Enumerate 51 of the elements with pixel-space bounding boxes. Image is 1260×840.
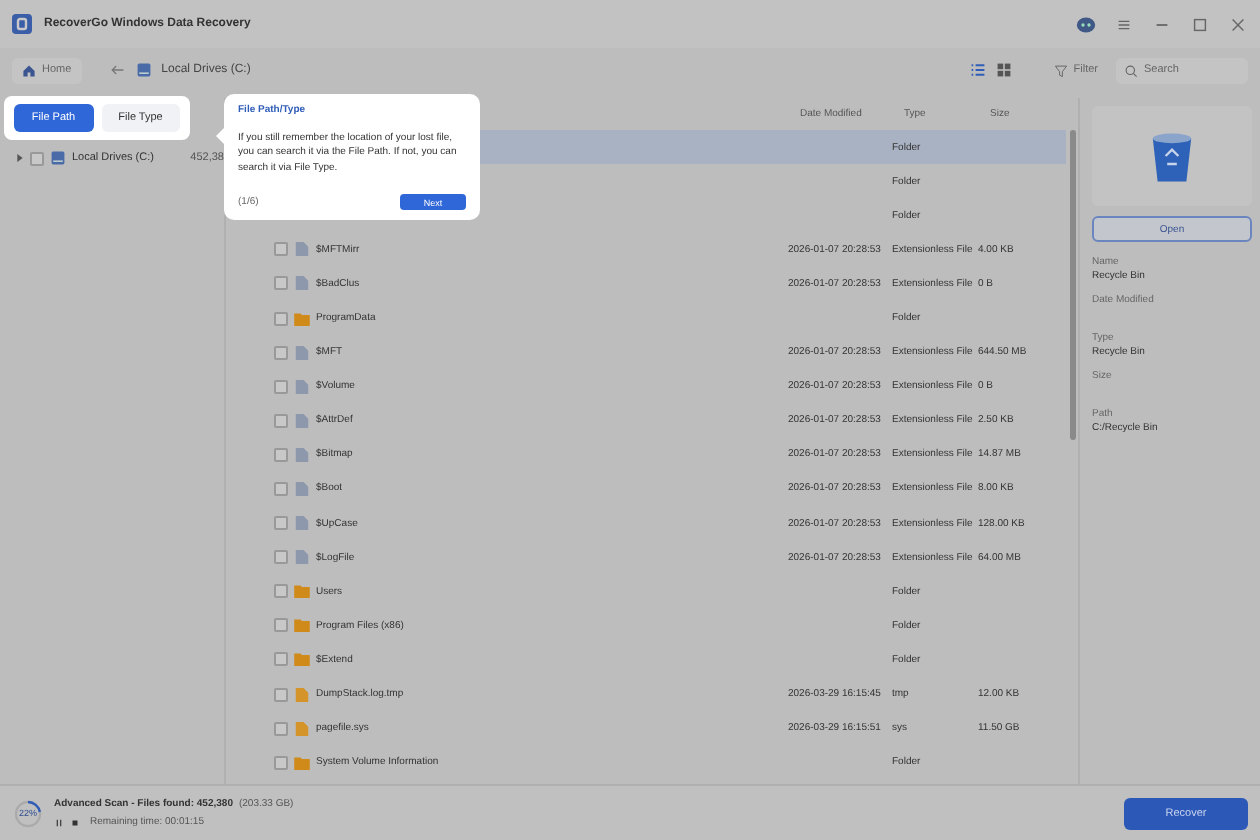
checkbox[interactable] — [274, 481, 288, 496]
file-icon — [294, 276, 310, 291]
checkbox[interactable] — [274, 550, 288, 565]
folder-icon — [294, 584, 310, 599]
checkbox[interactable] — [274, 447, 288, 462]
checkbox[interactable] — [274, 755, 288, 770]
folder-icon — [294, 618, 310, 633]
checkbox[interactable] — [274, 379, 288, 394]
robot-icon[interactable] — [1076, 15, 1096, 33]
checkbox[interactable] — [274, 687, 288, 702]
checkbox[interactable] — [274, 413, 288, 428]
drive-icon — [135, 62, 152, 78]
filter-icon — [1053, 63, 1068, 77]
checkbox[interactable] — [274, 276, 288, 291]
file-icon — [294, 379, 310, 394]
file-icon — [294, 447, 310, 462]
list-view-icon[interactable] — [969, 62, 986, 78]
file-icon — [294, 550, 310, 565]
menu-icon[interactable] — [1114, 15, 1134, 33]
file-icon — [294, 345, 310, 360]
scrollbar-thumb[interactable] — [1070, 130, 1076, 440]
stop-icon[interactable] — [70, 817, 80, 827]
recycle-bin-icon — [1148, 128, 1196, 184]
checkbox[interactable] — [274, 652, 288, 667]
folder-icon — [294, 755, 310, 770]
home-icon — [22, 63, 36, 77]
folder-icon — [294, 311, 310, 326]
checkbox[interactable] — [274, 721, 288, 736]
back-arrow-icon[interactable] — [107, 62, 126, 78]
checkbox[interactable] — [274, 584, 288, 599]
file-icon — [294, 242, 310, 257]
grid-view-icon[interactable] — [995, 62, 1012, 78]
close-icon[interactable] — [1228, 15, 1248, 33]
folder-icon — [294, 652, 310, 667]
checkbox[interactable] — [274, 345, 288, 360]
checkbox[interactable] — [30, 151, 44, 165]
app-logo-icon — [12, 14, 32, 34]
file-icon — [294, 687, 310, 702]
pause-icon[interactable] — [54, 817, 64, 827]
checkbox[interactable] — [274, 618, 288, 633]
file-icon — [294, 481, 310, 496]
expand-arrow-icon[interactable] — [16, 154, 24, 162]
file-icon — [294, 516, 310, 531]
maximize-icon[interactable] — [1190, 15, 1210, 33]
drive-icon — [50, 150, 66, 166]
checkbox[interactable] — [274, 242, 288, 257]
file-icon — [294, 413, 310, 428]
search-icon — [1124, 63, 1138, 77]
checkbox[interactable] — [274, 311, 288, 326]
file-icon — [294, 721, 310, 736]
checkbox[interactable] — [274, 516, 288, 531]
